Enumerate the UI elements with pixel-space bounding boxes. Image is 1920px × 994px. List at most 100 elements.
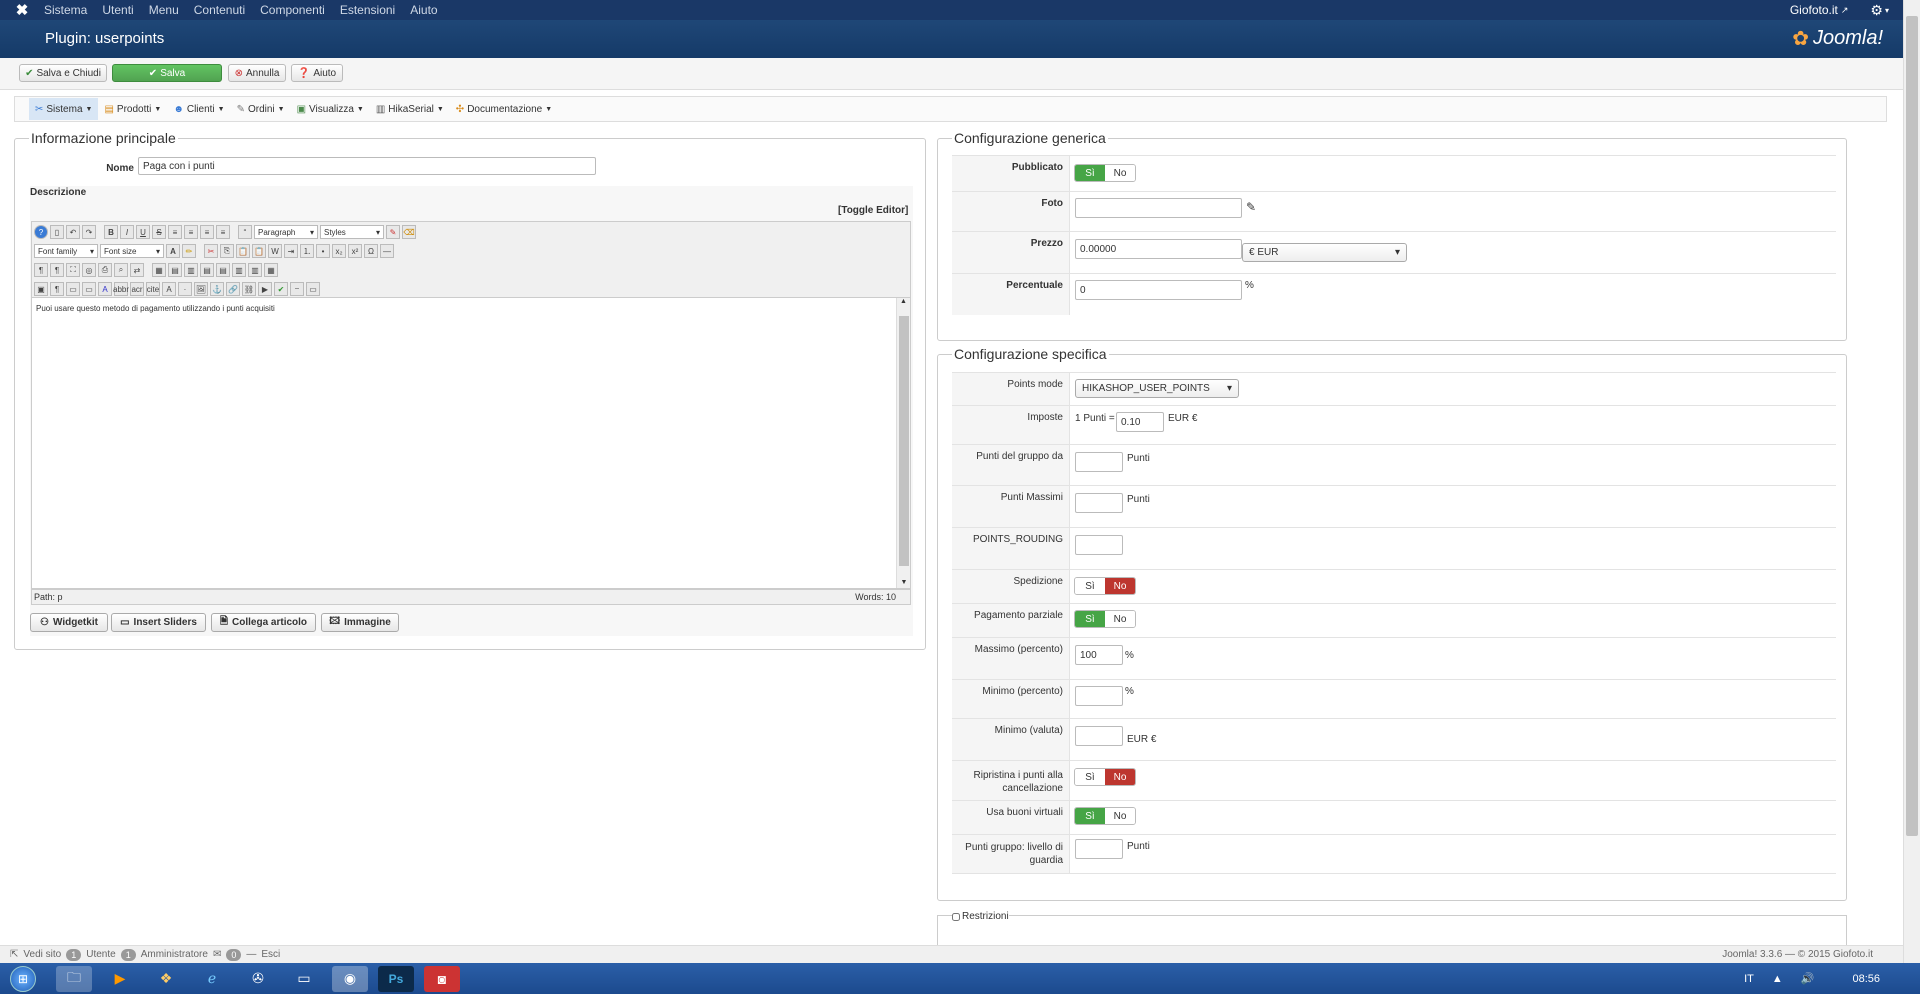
rtl-icon[interactable]: ¶	[50, 263, 64, 277]
arrow-up-icon[interactable]: ▲	[897, 298, 910, 305]
points-mode-select[interactable]: HIKASHOP_USER_POINTS ▾	[1075, 379, 1239, 398]
volume-icon[interactable]: 🔊	[1801, 972, 1815, 985]
spellcheck-icon[interactable]: A	[98, 282, 112, 296]
shipping-yes[interactable]: Sì	[1075, 578, 1105, 594]
remove-format-icon[interactable]: ✎	[386, 225, 400, 239]
align-center-icon[interactable]: ≡	[184, 225, 198, 239]
toggle-editor-link[interactable]: [Toggle Editor]	[838, 205, 908, 216]
published-toggle[interactable]: Sì No	[1074, 164, 1136, 182]
virtual-no[interactable]: No	[1105, 808, 1135, 824]
insert-col-icon[interactable]: ▥	[232, 263, 246, 277]
align-left-icon[interactable]: ≡	[168, 225, 182, 239]
topnav-item-contenuti[interactable]: Contenuti	[194, 3, 245, 17]
layer-icon[interactable]: ▭	[82, 282, 96, 296]
charmap-icon[interactable]: Ω	[364, 244, 378, 258]
published-yes[interactable]: Sì	[1075, 165, 1105, 181]
photoshop-icon[interactable]: Ps	[378, 965, 414, 992]
partial-payment-toggle[interactable]: Sì No	[1074, 610, 1136, 628]
max-points-input[interactable]	[1075, 493, 1123, 513]
notepad-icon[interactable]: ▭	[286, 966, 322, 992]
language-indicator[interactable]: IT	[1744, 973, 1754, 985]
nonbreaking-icon[interactable]: ·	[178, 282, 192, 296]
align-justify-icon[interactable]: ≡	[216, 225, 230, 239]
page-scroll-thumb[interactable]	[1906, 16, 1918, 836]
cite-icon[interactable]: cite	[146, 282, 160, 296]
gear-icon[interactable]: ⚙	[1870, 2, 1883, 19]
delete-col-icon[interactable]: ▥	[248, 263, 262, 277]
bold-icon[interactable]: B	[104, 225, 118, 239]
text-color-icon[interactable]: A	[166, 244, 180, 258]
topnav-item-utenti[interactable]: Utenti	[102, 3, 133, 17]
ordered-list-icon[interactable]: ⒈	[300, 244, 314, 258]
save-close-button[interactable]: ✔ Salva e Chiudi	[19, 64, 107, 82]
admins-label[interactable]: Amministratore	[141, 949, 208, 960]
search-icon[interactable]: ⌕	[114, 263, 128, 277]
menu-prodotti[interactable]: ▤ Prodotti ▼	[98, 98, 167, 120]
chrome-icon[interactable]: ◉	[332, 965, 368, 992]
site-link[interactable]: Giofoto.it	[1790, 3, 1838, 17]
new-document-icon[interactable]: ▯	[50, 225, 64, 239]
paste-word-icon[interactable]: W	[268, 244, 282, 258]
published-no[interactable]: No	[1105, 165, 1135, 181]
partial-yes[interactable]: Sì	[1075, 611, 1105, 627]
font-size-select[interactable]: Font size ▾	[100, 244, 164, 258]
editor-scroll-thumb[interactable]	[899, 316, 909, 566]
save-button[interactable]: ✔ Salva	[112, 64, 222, 82]
menu-clienti[interactable]: ☻ Clienti ▼	[167, 98, 230, 120]
topnav-item-estensioni[interactable]: Estensioni	[340, 3, 395, 17]
fullscreen-icon[interactable]: ⛶	[66, 263, 80, 277]
max-percent-input[interactable]: 100	[1075, 645, 1123, 665]
min-percent-input[interactable]	[1075, 686, 1123, 706]
restore-yes[interactable]: Sì	[1075, 769, 1105, 785]
cleanup-icon[interactable]: ⌫	[402, 225, 416, 239]
editor-scrollbar[interactable]: ▲ ▼	[896, 298, 910, 588]
topnav-item-menu[interactable]: Menu	[149, 3, 179, 17]
clock[interactable]: 08:56	[1852, 973, 1880, 985]
explorer-icon[interactable]: 🗀	[56, 965, 92, 992]
align-right-icon[interactable]: ≡	[200, 225, 214, 239]
bullet-list-icon[interactable]: •	[316, 244, 330, 258]
cell-props-icon[interactable]: ▥	[184, 263, 198, 277]
superscript-icon[interactable]: x²	[348, 244, 362, 258]
min-currency-input[interactable]	[1075, 726, 1123, 746]
group-points-input[interactable]	[1075, 452, 1123, 472]
restore-no[interactable]: No	[1105, 769, 1135, 785]
tax-input[interactable]: 0.10	[1116, 412, 1164, 432]
indent-icon[interactable]: ⇥	[284, 244, 298, 258]
pencil-icon[interactable]: ✎	[1246, 200, 1256, 214]
styles-select[interactable]: Styles ▾	[320, 225, 384, 239]
menu-sistema[interactable]: ✂ Sistema ▼	[29, 98, 99, 120]
currency-select[interactable]: € EUR ▾	[1242, 243, 1407, 262]
check-icon[interactable]: ✔	[274, 282, 288, 296]
undo-icon[interactable]: ↶	[66, 225, 80, 239]
rounding-input[interactable]	[1075, 535, 1123, 555]
replace-icon[interactable]: ⇄	[130, 263, 144, 277]
help-icon[interactable]: ?	[34, 225, 48, 239]
virtual-vouchers-toggle[interactable]: Sì No	[1074, 807, 1136, 825]
page-scrollbar[interactable]	[1903, 0, 1920, 963]
link-icon[interactable]: 🔗	[226, 282, 240, 296]
table-icon[interactable]: ▦	[152, 263, 166, 277]
percent-input[interactable]: 0	[1075, 280, 1242, 300]
price-input[interactable]: 0.00000	[1075, 239, 1242, 259]
pagebreak-icon[interactable]: ⎯	[290, 282, 304, 296]
widgetkit-button[interactable]: ⚇ Widgetkit	[30, 613, 108, 632]
restrictions-checkbox[interactable]	[952, 912, 960, 921]
topnav-item-sistema[interactable]: Sistema	[44, 3, 87, 17]
menu-ordini[interactable]: ✎ Ordini ▼	[231, 98, 291, 120]
start-button[interactable]: ⊞	[0, 963, 46, 994]
anchor-icon[interactable]: ⚓	[210, 282, 224, 296]
users-label[interactable]: Utente	[86, 949, 115, 960]
topnav-item-componenti[interactable]: Componenti	[260, 3, 325, 17]
paste-text-icon[interactable]: 📋	[252, 244, 266, 258]
tray-arrow-icon[interactable]: ▲	[1772, 973, 1783, 985]
link-article-button[interactable]: 🗎 Collega articolo	[211, 613, 316, 632]
subscript-icon[interactable]: x₂	[332, 244, 346, 258]
camera-icon[interactable]: ◙	[424, 965, 460, 992]
underline-icon[interactable]: U	[136, 225, 150, 239]
horizontal-rule-icon[interactable]: —	[380, 244, 394, 258]
merge-cells-icon[interactable]: ▦	[264, 263, 278, 277]
blockquote-icon[interactable]: “	[238, 225, 252, 239]
arrow-down-icon[interactable]: ▼	[897, 579, 911, 586]
photo-input[interactable]	[1075, 198, 1242, 218]
